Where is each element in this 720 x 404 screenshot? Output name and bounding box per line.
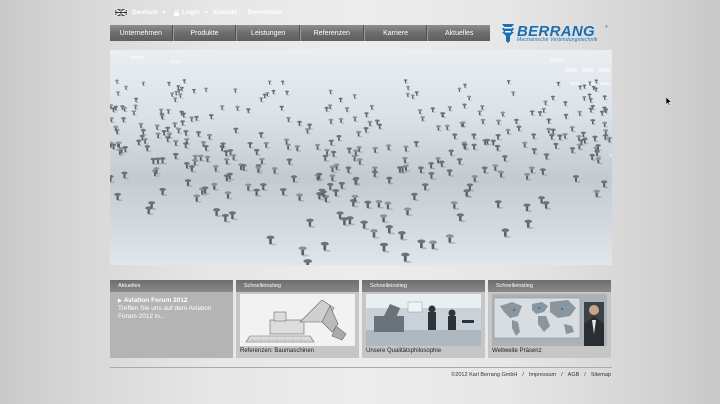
chevron-down-icon: ▼ [161, 9, 167, 16]
top-utility-bar: Deutsch ▼ Login ▼ Kontakt Downloads [110, 0, 610, 24]
lock-icon [174, 9, 179, 16]
chevron-down-icon: ▼ [203, 9, 209, 16]
brand-logo[interactable]: BERRANG ® Mechanische Verbindungstechnik [500, 22, 612, 44]
news-teaser-text[interactable]: Treffen Sie uns auf dem Aviation Forum 2… [118, 305, 230, 322]
nav-item-referenzen[interactable]: Referenzen [300, 25, 364, 41]
separator: / [584, 372, 586, 378]
downloads-link[interactable]: Downloads [248, 9, 283, 16]
flag-icon [115, 9, 127, 16]
language-label: Deutsch [132, 9, 158, 16]
nav-item-unternehmen[interactable]: Unternehmen [110, 25, 173, 41]
news-heading: Aktuelles [110, 280, 233, 292]
quicklink-construction[interactable]: Schnelleinstieg Referenzen: Baumaschinen [236, 280, 359, 358]
registered-mark: ® [605, 24, 608, 29]
main-navigation: Unternehmen Produkte Leistungen Referenz… [110, 25, 490, 41]
footer-divider [110, 367, 612, 368]
excavator-image [240, 294, 355, 346]
quicklink-quality[interactable]: Schnelleinstieg Unsere Qualitätsphilosop… [362, 280, 485, 358]
quicklink-caption: Unsere Qualitätsphilosophie [366, 348, 442, 354]
world-map-image [492, 294, 607, 346]
quicklink-heading: Schnelleinstieg [488, 280, 611, 292]
quicklink-caption: Referenzen: Baumaschinen [240, 348, 315, 354]
next-slide-icon[interactable]: › [609, 150, 612, 159]
news-title-link[interactable]: ▶ Aviation Forum 2012 [118, 297, 188, 304]
logo-tagline: Mechanische Verbindungstechnik [517, 37, 598, 43]
nav-item-leistungen[interactable]: Leistungen [236, 25, 301, 41]
quicklink-worldwide[interactable]: Schnelleinstieg Weltweite Präsenz [488, 280, 611, 358]
contact-label: Kontakt [213, 9, 238, 16]
nav-item-karriere[interactable]: Karriere [363, 25, 428, 41]
logo-mark-icon [502, 24, 514, 43]
footer-links: ©2012 Karl Berrang GmbH / Impressum / AGB / Si… [450, 372, 612, 378]
downloads-label: Downloads [248, 9, 283, 16]
sitemap-link[interactable]: Sitemap [591, 372, 611, 378]
imprint-link[interactable]: Impressum [529, 372, 556, 378]
login-menu[interactable]: Login ▼ [174, 9, 209, 16]
language-selector[interactable]: Deutsch ▼ [115, 9, 167, 16]
quicklink-heading: Schnelleinstieg [362, 280, 485, 292]
separator: / [561, 372, 563, 378]
mouse-cursor-icon [666, 97, 672, 106]
rivets-photo [110, 56, 612, 265]
quicklink-caption: Weltweite Präsenz [492, 348, 542, 354]
nav-item-produkte[interactable]: Produkte [172, 25, 237, 41]
terms-link[interactable]: AGB [568, 372, 580, 378]
copyright-text: ©2012 Karl Berrang GmbH [451, 372, 518, 378]
nav-item-aktuelles[interactable]: Aktuelles [427, 25, 490, 41]
news-title: Aviation Forum 2012 [123, 297, 188, 304]
triangle-right-icon: ▶ [118, 298, 122, 304]
news-panel: Aktuelles ▶ Aviation Forum 2012 Treffen S… [110, 280, 233, 358]
teaser-row: Aktuelles ▶ Aviation Forum 2012 Treffen S… [110, 280, 612, 358]
quality-lab-image [366, 294, 481, 346]
separator: / [522, 372, 524, 378]
quicklink-heading: Schnelleinstieg [236, 280, 359, 292]
contact-link[interactable]: Kontakt [213, 9, 237, 16]
hero-image: › [110, 50, 612, 265]
login-label: Login [182, 9, 200, 16]
